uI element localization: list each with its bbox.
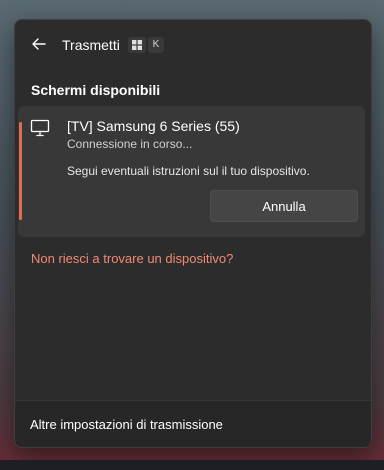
device-name: [TV] Samsung 6 Series (55) bbox=[67, 118, 240, 134]
more-cast-settings-link[interactable]: Altre impostazioni di trasmissione bbox=[30, 417, 223, 432]
shortcut-key-badge: K bbox=[148, 37, 164, 53]
flyout-footer: Altre impostazioni di trasmissione bbox=[15, 400, 371, 447]
section-title: Schermi disponibili bbox=[31, 82, 161, 98]
cant-find-device-link[interactable]: Non riesci a trovare un dispositivo? bbox=[31, 251, 233, 266]
back-button[interactable] bbox=[29, 35, 49, 53]
selection-accent-bar bbox=[19, 122, 22, 220]
connection-status: Connessione in corso... bbox=[67, 137, 193, 151]
cast-flyout: Trasmetti K Schermi disponibili [TV] Sam… bbox=[14, 19, 372, 448]
arrow-left-icon bbox=[32, 38, 46, 50]
taskbar-edge bbox=[0, 460, 384, 470]
cancel-button[interactable]: Annulla bbox=[210, 190, 358, 222]
flyout-header: Trasmetti K bbox=[15, 20, 371, 70]
device-instructions: Segui eventuali istruzioni sul il tuo di… bbox=[67, 164, 310, 178]
flyout-title: Trasmetti bbox=[62, 37, 120, 53]
device-card[interactable]: [TV] Samsung 6 Series (55) Connessione i… bbox=[18, 106, 365, 237]
windows-logo-icon bbox=[132, 40, 142, 50]
monitor-icon bbox=[30, 119, 50, 137]
windows-key-badge bbox=[128, 37, 146, 53]
